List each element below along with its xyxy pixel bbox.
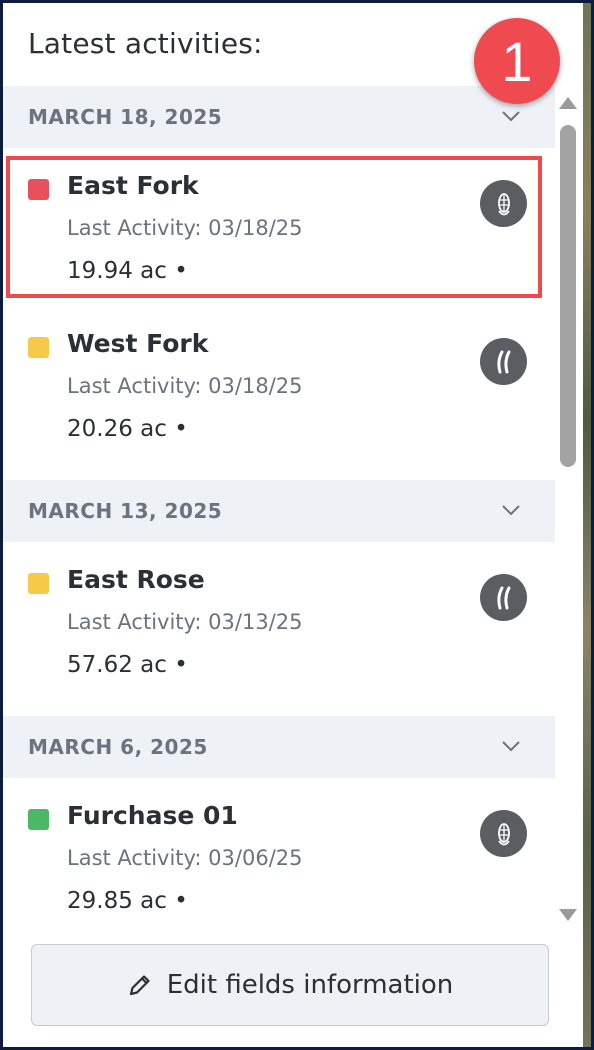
field-last-activity: Last Activity: 03/06/25 bbox=[67, 846, 303, 870]
field-card-east-fork[interactable]: East Fork Last Activity: 03/18/25 19.94 … bbox=[3, 156, 555, 306]
field-last-activity: Last Activity: 03/18/25 bbox=[67, 216, 303, 240]
group-date: MARCH 6, 2025 bbox=[28, 735, 208, 759]
field-last-activity: Last Activity: 03/13/25 bbox=[67, 610, 303, 634]
field-area: 57.62 ac • bbox=[67, 652, 188, 678]
edit-fields-label: Edit fields information bbox=[166, 970, 454, 1000]
chevron-down-icon[interactable] bbox=[499, 734, 523, 758]
field-name: West Fork bbox=[67, 329, 209, 358]
field-color-swatch bbox=[28, 179, 49, 200]
chevron-down-icon[interactable] bbox=[499, 498, 523, 522]
group-header-march-6[interactable]: MARCH 6, 2025 bbox=[3, 716, 555, 778]
field-area: 20.26 ac • bbox=[67, 416, 188, 442]
field-area: 29.85 ac • bbox=[67, 888, 188, 914]
corn-icon bbox=[480, 180, 527, 227]
wheat-icon bbox=[480, 574, 527, 621]
field-card-west-fork[interactable]: West Fork Last Activity: 03/18/25 20.26 … bbox=[3, 314, 555, 464]
field-color-swatch bbox=[28, 809, 49, 830]
field-name: East Rose bbox=[67, 565, 205, 594]
field-color-swatch bbox=[28, 337, 49, 358]
activities-list[interactable]: MARCH 18, 2025 East Fork Last Activity: … bbox=[3, 86, 555, 926]
group-date: MARCH 18, 2025 bbox=[28, 105, 223, 129]
group-header-march-18[interactable]: MARCH 18, 2025 bbox=[3, 86, 555, 148]
scroll-up-arrow-icon[interactable] bbox=[559, 97, 577, 109]
edit-fields-button[interactable]: Edit fields information bbox=[31, 944, 549, 1026]
field-color-swatch bbox=[28, 573, 49, 594]
scroll-down-arrow-icon[interactable] bbox=[559, 909, 577, 921]
field-name: East Fork bbox=[67, 171, 199, 200]
step-badge: 1 bbox=[474, 18, 560, 104]
group-date: MARCH 13, 2025 bbox=[28, 499, 223, 523]
chevron-down-icon[interactable] bbox=[499, 104, 523, 128]
scrollbar-thumb[interactable] bbox=[560, 125, 576, 467]
activities-panel: Latest activities: MARCH 18, 2025 East F… bbox=[3, 3, 591, 1047]
wheat-icon bbox=[480, 338, 527, 385]
field-card-east-rose[interactable]: East Rose Last Activity: 03/13/25 57.62 … bbox=[3, 550, 555, 700]
field-last-activity: Last Activity: 03/18/25 bbox=[67, 374, 303, 398]
group-header-march-13[interactable]: MARCH 13, 2025 bbox=[3, 480, 555, 542]
field-name: Furchase 01 bbox=[67, 801, 238, 830]
scrollbar[interactable] bbox=[556, 93, 580, 923]
panel-title: Latest activities: bbox=[28, 27, 263, 60]
field-card-furchase-01[interactable]: Furchase 01 Last Activity: 03/06/25 29.8… bbox=[3, 786, 555, 926]
corn-icon bbox=[480, 810, 527, 857]
field-area: 19.94 ac • bbox=[67, 258, 188, 284]
pencil-icon bbox=[129, 975, 150, 996]
map-background bbox=[583, 3, 591, 1047]
